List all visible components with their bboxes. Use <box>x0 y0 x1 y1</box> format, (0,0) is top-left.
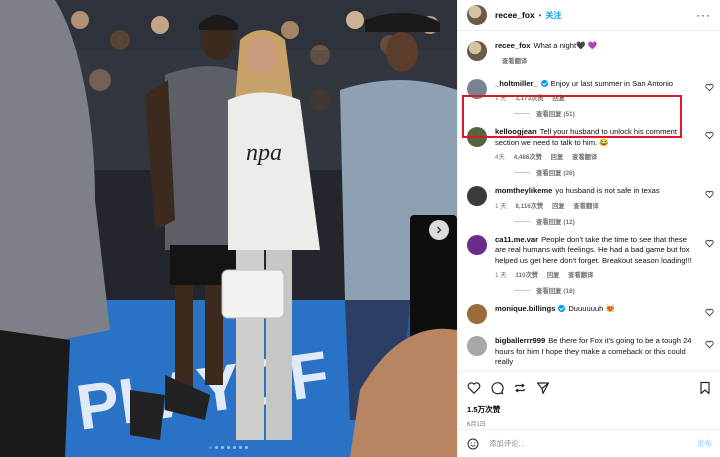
carousel-dot <box>245 446 248 449</box>
comment-likes[interactable]: 3,173次赞 <box>515 95 543 102</box>
action-icons <box>458 372 720 395</box>
add-comment-input[interactable]: 添加评论... <box>489 438 525 449</box>
carousel-dot <box>209 446 212 449</box>
caption-text: recee_fox What a night🖤 💜 <box>495 41 698 52</box>
comment-content: Enjoy ur last summer in San Antonio <box>550 78 674 88</box>
comment-content: yo husband is not safe in texas <box>555 186 660 195</box>
carousel-dot <box>233 446 236 449</box>
comment-item: kelloogjean Tell your husband to unlock h… <box>458 127 720 161</box>
comment-text: momtheylikeme yo husband is not safe in t… <box>495 186 698 197</box>
comment-username[interactable]: bigballerrr999 <box>495 336 545 345</box>
like-heart-icon[interactable] <box>467 381 481 395</box>
likes-count[interactable]: 1.5万次赞 <box>467 404 720 415</box>
heart-icon[interactable] <box>705 340 714 349</box>
comment-likes[interactable]: 8,116次赞 <box>515 203 543 210</box>
view-replies-button[interactable]: 查看回复 (51) <box>514 109 720 118</box>
caption-username[interactable]: recee_fox <box>495 41 530 50</box>
reply-button[interactable]: 回复 <box>551 154 564 161</box>
comment-time: 1 天 <box>495 272 507 279</box>
verified-badge-icon <box>558 305 566 312</box>
owner-avatar[interactable] <box>467 5 487 25</box>
translate-link[interactable]: 查看翻译 <box>573 203 598 210</box>
caption-content: What a night🖤 💜 <box>533 41 598 50</box>
follow-button[interactable]: 关注 <box>546 10 562 21</box>
commenter-avatar[interactable] <box>467 336 487 356</box>
caption-translate-link[interactable]: 查看翻译 <box>502 58 527 65</box>
carousel-dot <box>215 446 218 449</box>
caption-meta: 查看翻译 <box>495 56 698 65</box>
comment-text: _holtmiller_ Enjoy ur last summer in San … <box>495 79 698 90</box>
translate-link[interactable]: 查看翻译 <box>568 272 593 279</box>
commenter-avatar[interactable] <box>467 78 487 99</box>
commenter-avatar[interactable] <box>467 186 487 206</box>
comment-meta: 1 天 110次赞 回复 查看翻译 <box>495 270 698 279</box>
comment-time: 1 天 <box>495 95 507 102</box>
post-actions: 1.5万次赞 6月1日 添加评论... 发布 <box>458 371 720 457</box>
more-options-icon[interactable]: ··· <box>696 8 711 22</box>
comment-text: bigballerrr999 Be there for Fox it's goin… <box>495 336 698 368</box>
comment-item: bigballerrr999 Be there for Fox it's goin… <box>458 336 720 368</box>
comment-text: ca11.me.var People don't take the time to… <box>495 235 698 267</box>
commenter-avatar[interactable] <box>467 234 487 255</box>
verified-badge-icon <box>540 79 548 87</box>
view-replies-button[interactable]: 查看回复 (18) <box>514 286 720 295</box>
svg-text:npa: npa <box>246 140 282 166</box>
comment-username[interactable]: ca11.me.var <box>495 235 538 244</box>
comment-meta: 1 天 3,173次赞 回复 <box>495 93 698 102</box>
comment-item: momtheylikeme yo husband is not safe in t… <box>458 186 720 210</box>
repost-icon[interactable] <box>513 381 527 395</box>
photo-illustration: PLAYOF npa <box>0 0 457 457</box>
share-send-icon[interactable] <box>536 381 550 395</box>
comment-item: ca11.me.var People don't take the time to… <box>458 234 720 279</box>
heart-icon[interactable] <box>705 131 714 140</box>
heart-icon[interactable] <box>705 83 714 92</box>
comment-item: _holtmiller_ Enjoy ur last summer in San … <box>458 78 720 102</box>
emoji-icon[interactable] <box>467 438 479 450</box>
carousel-dot <box>227 446 230 449</box>
comment-username[interactable]: kelloogjean <box>495 127 537 136</box>
comment-item: monique.billings Duuuuuuh 😻 <box>458 304 720 324</box>
view-replies-button[interactable]: 查看回复 (12) <box>514 217 720 226</box>
commenter-avatar[interactable] <box>467 127 487 147</box>
comment-username[interactable]: monique.billings <box>495 304 555 313</box>
comment-meta: 4天 4,486次赞 回复 查看翻译 <box>495 152 698 161</box>
next-photo-button[interactable] <box>429 220 449 240</box>
comments-list[interactable]: recee_fox What a night🖤 💜 查看翻译 _holtmille… <box>458 32 720 369</box>
carousel-dots <box>0 446 457 449</box>
comment-time: 1 天 <box>495 202 507 210</box>
commenter-avatar[interactable] <box>467 304 487 324</box>
heart-icon[interactable] <box>705 190 714 199</box>
heart-icon[interactable] <box>705 308 714 317</box>
comment-bubble-icon[interactable] <box>490 381 504 395</box>
translate-link[interactable]: 查看翻译 <box>572 154 597 161</box>
comment-meta: 1 天 8,116次赞 回复 查看翻译 <box>495 201 698 210</box>
save-bookmark-icon[interactable] <box>698 381 712 395</box>
add-comment-bar: 添加评论... 发布 <box>458 429 720 457</box>
reply-button[interactable]: 回复 <box>552 95 565 102</box>
comment-content: Duuuuuuh 😻 <box>568 304 615 313</box>
post-side-panel: recee_fox • 关注 ··· recee_fox What a night… <box>457 0 720 457</box>
caption: recee_fox What a night🖤 💜 查看翻译 <box>458 32 720 65</box>
carousel-dot <box>221 446 224 449</box>
comment-username[interactable]: momtheylikeme <box>495 186 552 195</box>
view-replies-button[interactable]: 查看回复 (26) <box>514 168 720 177</box>
caption-avatar[interactable] <box>467 41 487 61</box>
comment-time: 4天 <box>495 154 505 161</box>
comment-text: monique.billings Duuuuuuh 😻 <box>495 304 698 315</box>
post-photo: PLAYOF npa <box>0 0 457 457</box>
reply-button[interactable]: 回复 <box>552 203 565 210</box>
comment-username[interactable]: _holtmiller_ <box>495 79 538 88</box>
carousel-dot <box>239 446 242 449</box>
post-comment-button[interactable]: 发布 <box>697 438 712 449</box>
comment-text: kelloogjean Tell your husband to unlock h… <box>495 127 698 148</box>
separator-dot: • <box>538 10 542 20</box>
chevron-right-icon <box>437 226 442 234</box>
heart-icon[interactable] <box>705 239 714 248</box>
post-date: 6月1日 <box>467 422 486 428</box>
reply-button[interactable]: 回复 <box>547 272 560 279</box>
post-header: recee_fox • 关注 ··· <box>458 0 720 31</box>
comment-likes[interactable]: 110次赞 <box>515 272 538 279</box>
owner-username[interactable]: recee_fox <box>495 10 535 20</box>
comment-likes[interactable]: 4,486次赞 <box>514 154 542 161</box>
